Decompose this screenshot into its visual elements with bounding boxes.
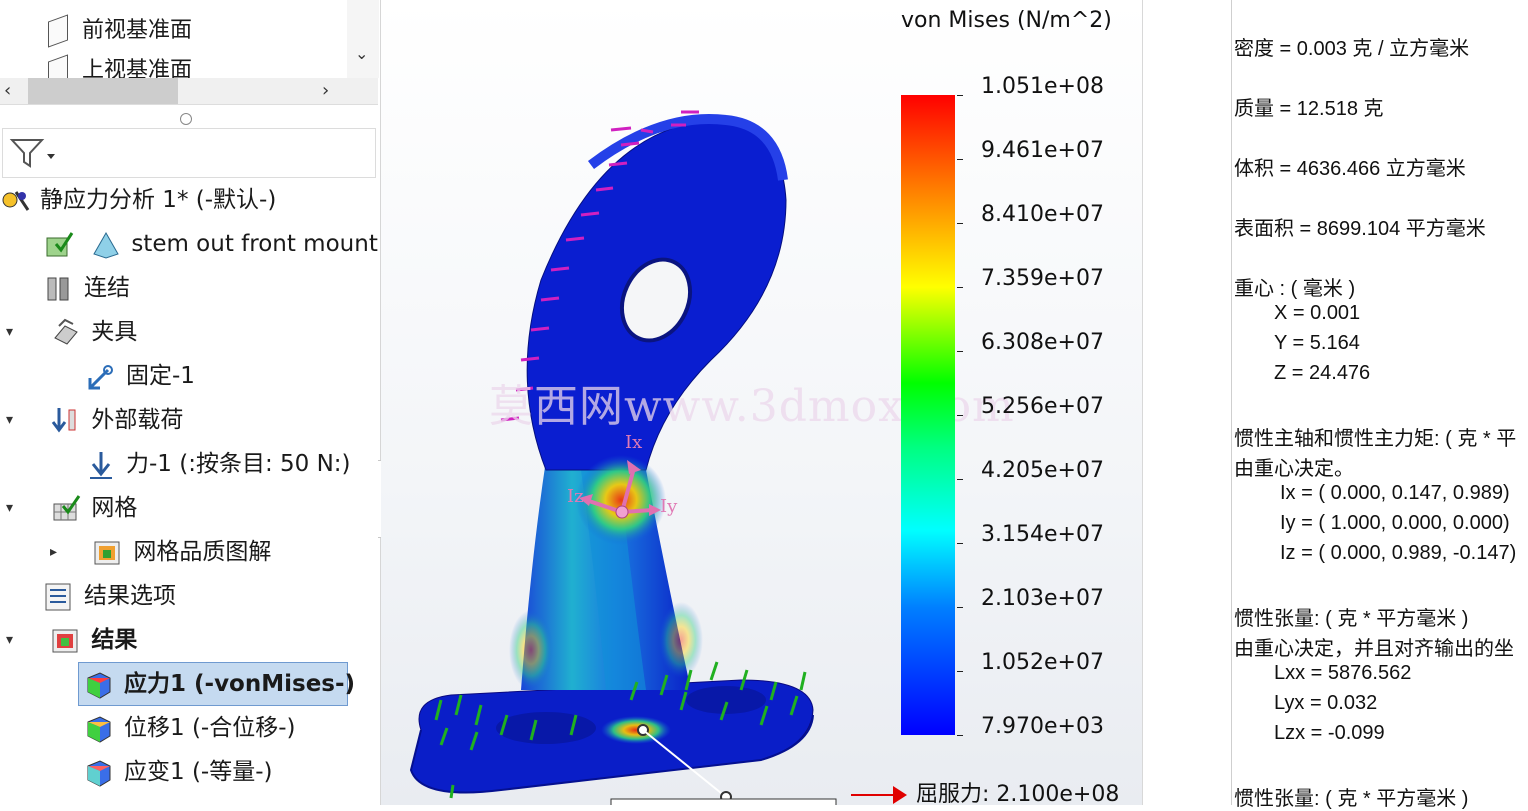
tree-item-front-plane[interactable]: 前视基准面 [48,14,192,48]
cog-y: Y = 5.164 [1274,332,1360,354]
fixtures-icon [51,318,81,348]
expand-arrow-icon[interactable]: ▸ [50,532,57,572]
tree-item-study[interactable]: 静应力分析 1* (-默认-) [0,180,276,220]
mesh-check-icon [44,230,74,260]
cog-z: Z = 24.476 [1274,362,1371,384]
list-options-icon [44,582,74,612]
horizontal-scrollbar[interactable]: ‹ › [0,78,378,105]
legend-tick-label: 3.154e+07 [981,522,1104,547]
density-value: 密度 = 0.003 克 / 立方毫米 [1234,38,1470,60]
part-icon [91,230,121,260]
axis-label-iy: Iy [660,496,678,517]
graphics-viewport[interactable]: Ix Iz Iy 莫西网www.3dmox.com von Mises (N/m… [381,0,1142,805]
yield-strength-indicator: 屈服力: 2.100e+08 [851,776,1119,805]
cog-x: X = 0.001 [1274,302,1361,324]
principal-iy: Iy = ( 1.000, 0.000, 0.000) [1280,512,1510,534]
plot-icon [93,538,123,568]
center-of-mass-title: 重心 : ( 毫米 ) [1234,278,1356,300]
inertia-tensor-title-2: 惯性张量: ( 克 * 平方毫米 ) [1234,788,1469,810]
legend-tick-label: 1.051e+08 [981,74,1104,99]
scroll-right-icon[interactable]: › [322,80,329,101]
lyx-value: Lyx = 0.032 [1274,692,1378,714]
volume-value: 体积 = 4636.466 立方毫米 [1234,158,1466,180]
tree-item-top-plane[interactable]: 上视基准面 [48,54,192,78]
axis-label-ix: Ix [625,432,643,453]
stress-colorbar [901,95,955,735]
tree-item-stress-1[interactable]: 应力1 (-vonMises-) [84,664,355,704]
principal-axes-subtitle: 由重心决定。 [1234,458,1354,480]
scrollbar-thumb[interactable] [28,78,178,104]
legend-title: von Mises (N/m^2) [901,8,1112,33]
anchor-icon [86,362,116,392]
strain-plot-icon [84,758,114,788]
filter-icon[interactable] [9,136,55,170]
legend-tick-label: 2.103e+07 [981,586,1104,611]
mass-value: 质量 = 12.518 克 [1234,98,1384,120]
plane-icon [48,14,68,48]
results-folder-icon [51,626,81,656]
external-loads-icon [51,406,81,436]
stress-plot-icon [84,670,114,700]
feature-tree-panel: 前视基准面 上视基准面 ⌄ ‹ › 静应力分析 1* (-默认-) stem o… [0,0,402,805]
principal-ix: Ix = ( 0.000, 0.147, 0.989) [1280,482,1510,504]
tree-item-external-loads[interactable]: ▾ 外部载荷 [0,400,183,440]
tree-item-displacement-1[interactable]: 位移1 (-合位移-) [84,708,296,748]
tree-item-results[interactable]: ▾ 结果 [0,620,137,660]
legend-tick-label: 1.052e+07 [981,650,1104,675]
tree-item-mesh-quality[interactable]: ▸ 网格品质图解 [0,532,271,572]
tree-item-connections[interactable]: 连结 [44,268,130,308]
mesh-icon [51,494,81,524]
static-study-icon [0,186,30,216]
legend-tick-label: 6.308e+07 [981,330,1104,355]
tree-item-mesh[interactable]: ▾ 网格 [0,488,137,528]
force-arrow-icon [86,450,116,480]
tree-item-part[interactable]: stem out front mount (- [44,224,402,264]
arrow-right-icon [851,786,907,804]
legend-tick-label: 9.461e+07 [981,138,1104,163]
vertical-scrollbar[interactable]: ⌄ [347,0,379,78]
tree-item-fixed-1[interactable]: 固定-1 [86,356,195,396]
lxx-value: Lxx = 5876.562 [1274,662,1412,684]
collapse-arrow-icon[interactable]: ▾ [6,620,13,660]
plane-icon [48,54,68,78]
surface-area-value: 表面积 = 8699.104 平方毫米 [1234,218,1486,240]
displacement-plot-icon [84,714,114,744]
tree-item-force-1[interactable]: 力-1 (:按条目: 50 N:) [86,444,351,484]
lzx-value: Lzx = -0.099 [1274,722,1385,744]
legend-tick-label: 5.256e+07 [981,394,1104,419]
tree-item-result-options[interactable]: 结果选项 [44,576,176,616]
panel-splitter-handle[interactable] [180,113,192,125]
axis-label-iz: Iz [567,486,584,507]
collapse-arrow-icon[interactable]: ▾ [6,312,13,352]
tree-item-fixtures[interactable]: ▾ 夹具 [0,312,137,352]
inertia-tensor-subtitle: 由重心决定，并且对齐输出的坐 [1234,638,1514,660]
connections-icon [44,274,74,304]
legend-tick-label: 8.410e+07 [981,202,1104,227]
collapse-arrow-icon[interactable]: ▾ [6,400,13,440]
legend-tick-label: 7.359e+07 [981,266,1104,291]
tree-item-strain-1[interactable]: 应变1 (-等量-) [84,752,273,792]
filter-bar[interactable] [2,128,376,178]
legend-tick-label: 7.970e+03 [981,714,1104,739]
chevron-down-icon[interactable]: ⌄ [355,44,368,63]
scroll-left-icon[interactable]: ‹ [4,80,11,101]
feature-tree-top: 前视基准面 上视基准面 [0,0,347,78]
inertia-tensor-title: 惯性张量: ( 克 * 平方毫米 ) [1234,608,1469,630]
principal-axes-title: 惯性主轴和惯性主力矩: ( 克 * 平 [1234,428,1517,450]
mass-properties-panel: 密度 = 0.003 克 / 立方毫米 质量 = 12.518 克 体积 = 4… [1142,0,1528,810]
collapse-arrow-icon[interactable]: ▾ [6,488,13,528]
principal-iz: Iz = ( 0.000, 0.989, -0.147) [1280,542,1517,564]
legend-tick-label: 4.205e+07 [981,458,1104,483]
